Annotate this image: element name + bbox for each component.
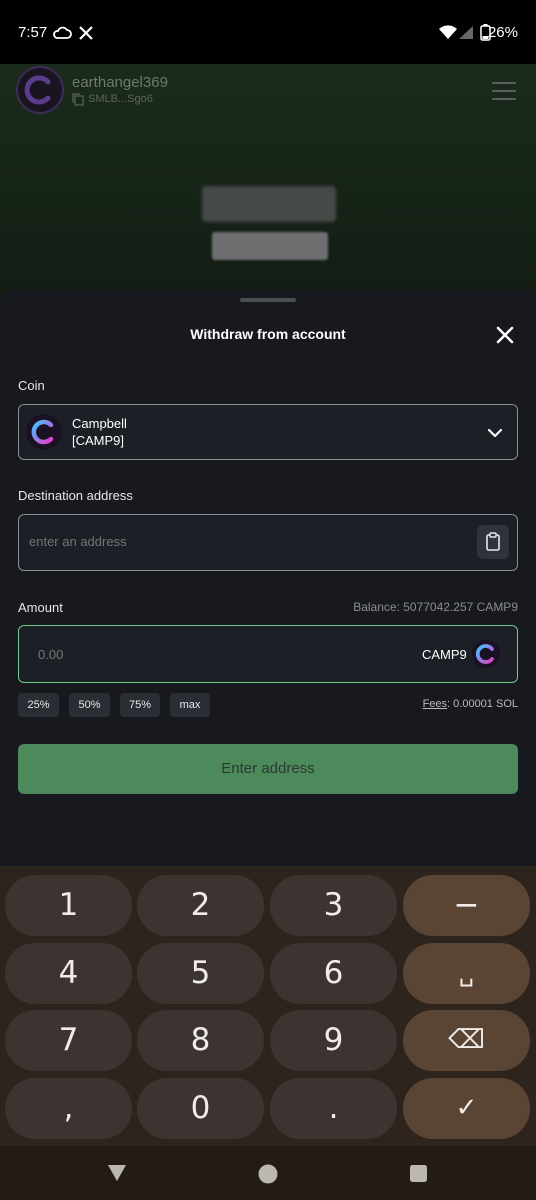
sheet-handle[interactable] (240, 298, 296, 302)
key-0[interactable]: 0 (137, 1078, 264, 1139)
key-9[interactable]: 9 (270, 1010, 397, 1071)
balance-text: Balance: 5077042.257 CAMP9 (353, 600, 518, 614)
clipboard-icon (486, 532, 500, 551)
paste-button[interactable] (477, 525, 509, 559)
sheet-title: Withdraw from account (190, 326, 346, 342)
destination-address-input[interactable] (27, 533, 471, 550)
percent-75-button[interactable]: 75% (120, 693, 160, 717)
destination-label: Destination address (18, 488, 133, 503)
hidden-balance-secondary (212, 232, 328, 260)
key-4[interactable]: 4 (5, 943, 132, 1004)
key-comma[interactable]: , (5, 1078, 132, 1139)
chevron-down-icon (487, 428, 503, 438)
back-icon[interactable] (106, 1163, 128, 1183)
key-minus[interactable]: − (403, 875, 530, 936)
fees-text: Fees: 0.00001 SOL (423, 698, 518, 710)
key-2[interactable]: 2 (137, 875, 264, 936)
amount-ticker: CAMP9 (422, 647, 467, 662)
cloud-icon (53, 26, 72, 39)
user-name: earthangel369 (72, 74, 168, 91)
amount-input[interactable] (36, 646, 420, 663)
max-button[interactable]: max (170, 693, 210, 717)
menu-icon[interactable] (492, 82, 516, 100)
coin-icon (26, 414, 62, 450)
key-6[interactable]: 6 (270, 943, 397, 1004)
avatar[interactable] (18, 68, 62, 112)
fees-value: : 0.00001 SOL (447, 698, 518, 710)
submit-button[interactable]: Enter address (18, 744, 518, 794)
key-space[interactable]: ␣ (403, 943, 530, 1004)
battery-percent: 26% (487, 24, 518, 41)
recents-icon[interactable] (409, 1164, 428, 1183)
percent-25-button[interactable]: 25% (18, 693, 59, 717)
wallet-address: SMLB...Sgo6 (88, 93, 153, 105)
amount-label: Amount (18, 600, 63, 615)
hidden-balance (202, 186, 336, 222)
close-icon (496, 326, 514, 344)
key-1[interactable]: 1 (5, 875, 132, 936)
signal-icon (459, 26, 473, 39)
copy-icon[interactable] (72, 93, 84, 106)
x-logo-icon (79, 26, 93, 40)
key-5[interactable]: 5 (137, 943, 264, 1004)
wifi-icon (439, 25, 457, 39)
key-period[interactable]: . (270, 1078, 397, 1139)
key-backspace[interactable]: ⌫ (403, 1010, 530, 1071)
coin-ticker: [CAMP9] (72, 433, 125, 448)
status-time: 7:57 (18, 24, 48, 41)
campbell-logo-icon (24, 75, 51, 105)
campbell-logo-icon (31, 419, 54, 445)
amount-coin-icon (472, 640, 500, 668)
key-3[interactable]: 3 (270, 875, 397, 936)
campbell-logo-icon (475, 644, 494, 664)
close-button[interactable] (492, 322, 518, 348)
coin-name: Campbell (72, 416, 127, 431)
coin-label: Coin (18, 378, 45, 393)
key-done[interactable]: ✓ (403, 1078, 530, 1139)
key-7[interactable]: 7 (5, 1010, 132, 1071)
fees-link[interactable]: Fees (423, 698, 447, 710)
key-8[interactable]: 8 (137, 1010, 264, 1071)
coin-select[interactable] (18, 404, 518, 460)
home-icon[interactable] (257, 1163, 279, 1185)
percent-50-button[interactable]: 50% (69, 693, 110, 717)
destination-address-field (18, 514, 518, 571)
